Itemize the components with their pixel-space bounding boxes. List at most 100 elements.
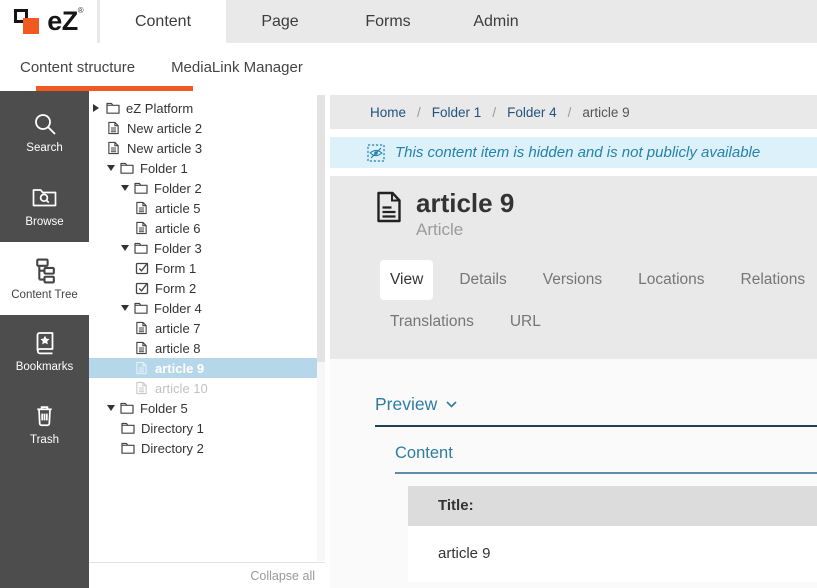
tree-item-directory-2[interactable]: Directory 2 <box>89 438 325 458</box>
tree-item-label: Form 1 <box>155 261 196 276</box>
breadcrumb-current: article 9 <box>582 105 629 120</box>
page-title: article 9 <box>416 189 514 219</box>
content-tree-icon <box>31 257 58 284</box>
tree-item-article-7[interactable]: article 7 <box>89 318 325 338</box>
tree-item-new-article-2[interactable]: New article 2 <box>89 118 325 138</box>
document-icon <box>375 191 403 240</box>
form-icon <box>135 281 149 295</box>
folder-icon <box>134 241 148 255</box>
tab-relations[interactable]: Relations <box>731 260 816 300</box>
caret-down-icon[interactable] <box>121 245 134 251</box>
sub-nav-tab-content-structure[interactable]: Content structure <box>20 59 135 76</box>
tree-item-directory-1[interactable]: Directory 1 <box>89 418 325 438</box>
tab-view[interactable]: View <box>380 260 433 300</box>
preview-toggle[interactable]: Preview <box>375 394 817 415</box>
collapse-all-button[interactable]: Collapse all <box>89 562 325 588</box>
left-sidebar: Search Browse Content Tree BookmarksTrash <box>0 91 89 588</box>
folder-icon <box>120 401 134 415</box>
caret-down-icon[interactable] <box>107 405 120 411</box>
tree-item-article-8[interactable]: article 8 <box>89 338 325 358</box>
sidebar-item-label: Content Tree <box>11 289 77 301</box>
tree-item-label: Form 2 <box>155 281 196 296</box>
tab-locations[interactable]: Locations <box>628 260 714 300</box>
tab-translations[interactable]: Translations <box>380 302 484 342</box>
tree-item-label: article 8 <box>155 341 201 356</box>
breadcrumb-link-home[interactable]: Home <box>370 105 406 120</box>
content-type-label: Article <box>416 220 514 240</box>
main-nav-tab-page[interactable]: Page <box>226 0 334 43</box>
sidebar-item-bookmarks[interactable]: Bookmarks <box>0 315 89 388</box>
hidden-content-alert: This content item is hidden and is not p… <box>330 137 817 168</box>
field-label-title: Title: <box>408 486 817 526</box>
tree-item-form-2[interactable]: Form 2 <box>89 278 325 298</box>
main-nav-tab-forms[interactable]: Forms <box>334 0 442 43</box>
sidebar-item-browse[interactable]: Browse <box>0 169 89 242</box>
preview-divider <box>375 425 817 427</box>
tree-item-label: Folder 1 <box>140 161 188 176</box>
caret-down-icon[interactable] <box>121 185 134 191</box>
article-icon <box>107 121 121 135</box>
tree-item-article-10[interactable]: article 10 <box>89 378 325 398</box>
sidebar-item-content-tree[interactable]: Content Tree <box>0 242 89 315</box>
sub-nav-tab-media[interactable]: Media <box>171 59 212 76</box>
folder-icon <box>134 301 148 315</box>
breadcrumb-separator: / <box>492 105 496 120</box>
folder-icon <box>106 101 120 115</box>
tree-item-article-5[interactable]: article 5 <box>89 198 325 218</box>
main-nav-tab-admin[interactable]: Admin <box>442 0 550 43</box>
tree-item-label: article 7 <box>155 321 201 336</box>
folder-icon <box>121 421 135 435</box>
breadcrumb-link-folder-1[interactable]: Folder 1 <box>432 105 482 120</box>
ez-logo-text: eZ <box>47 8 78 35</box>
folder-icon <box>120 161 134 175</box>
tree-item-folder-5[interactable]: Folder 5 <box>89 398 325 418</box>
hidden-eye-icon <box>367 144 385 162</box>
tab-url[interactable]: URL <box>500 302 551 342</box>
tab-versions[interactable]: Versions <box>533 260 612 300</box>
tree-item-folder-2[interactable]: Folder 2 <box>89 178 325 198</box>
ez-logo[interactable]: eZ ® <box>0 0 97 43</box>
tab-details[interactable]: Details <box>449 260 516 300</box>
tree-item-form-1[interactable]: Form 1 <box>89 258 325 278</box>
content-tabs-row-2: Translations URL <box>380 302 817 342</box>
tree-item-folder-3[interactable]: Folder 3 <box>89 238 325 258</box>
caret-down-icon[interactable] <box>107 165 120 171</box>
content-header: article 9 Article View Details Versions Loc… <box>330 176 817 359</box>
breadcrumb-separator: / <box>568 105 572 120</box>
caret-right-icon[interactable] <box>93 104 106 112</box>
tree-item-folder-1[interactable]: Folder 1 <box>89 158 325 178</box>
alert-text: This content item is hidden and is not p… <box>395 144 760 161</box>
tree-scrollbar[interactable] <box>317 95 325 561</box>
tree-item-article-9[interactable]: article 9 <box>89 358 325 378</box>
tree-item-label: Folder 3 <box>154 241 202 256</box>
sidebar-item-search[interactable]: Search <box>0 96 89 169</box>
tree-item-label: article 10 <box>155 381 208 396</box>
tree-item-ez-platform[interactable]: eZ Platform <box>89 98 325 118</box>
tree-scrollbar-thumb[interactable] <box>317 95 325 362</box>
main-nav-tab-content[interactable]: Content <box>100 0 226 43</box>
caret-down-icon[interactable] <box>121 305 134 311</box>
top-bar: eZ ® ContentPageFormsAdmin <box>0 0 817 43</box>
tree-item-label: Directory 1 <box>141 421 204 436</box>
sidebar-item-trash[interactable]: Trash <box>0 388 89 461</box>
sub-nav-tab-link-manager[interactable]: Link Manager <box>212 59 303 76</box>
trash-icon <box>32 404 57 429</box>
ez-logo-icon <box>13 6 44 37</box>
content-tabs-row-1: View Details Versions Locations Relations <box>380 260 817 300</box>
field-value-title: article 9 <box>408 526 817 582</box>
tree-item-article-6[interactable]: article 6 <box>89 218 325 238</box>
sub-nav: Content structure MediaLink Manager <box>0 43 817 91</box>
tree-item-folder-4[interactable]: Folder 4 <box>89 298 325 318</box>
tree-item-new-article-3[interactable]: New article 3 <box>89 138 325 158</box>
breadcrumb-link-folder-4[interactable]: Folder 4 <box>507 105 557 120</box>
breadcrumb-separator: / <box>417 105 421 120</box>
content-tree-panel: eZ Platform New article 2 New article 3 Fol… <box>89 91 325 588</box>
view-tab-content: Preview Content Title: article 9 <box>330 359 817 588</box>
tree-item-label: article 9 <box>155 361 204 376</box>
tree-item-label: New article 2 <box>127 121 202 136</box>
preview-label: Preview <box>375 394 437 415</box>
collapse-all-label: Collapse all <box>250 569 315 583</box>
folder-icon <box>134 181 148 195</box>
sidebar-item-label: Browse <box>25 216 63 228</box>
registered-mark: ® <box>78 6 84 15</box>
